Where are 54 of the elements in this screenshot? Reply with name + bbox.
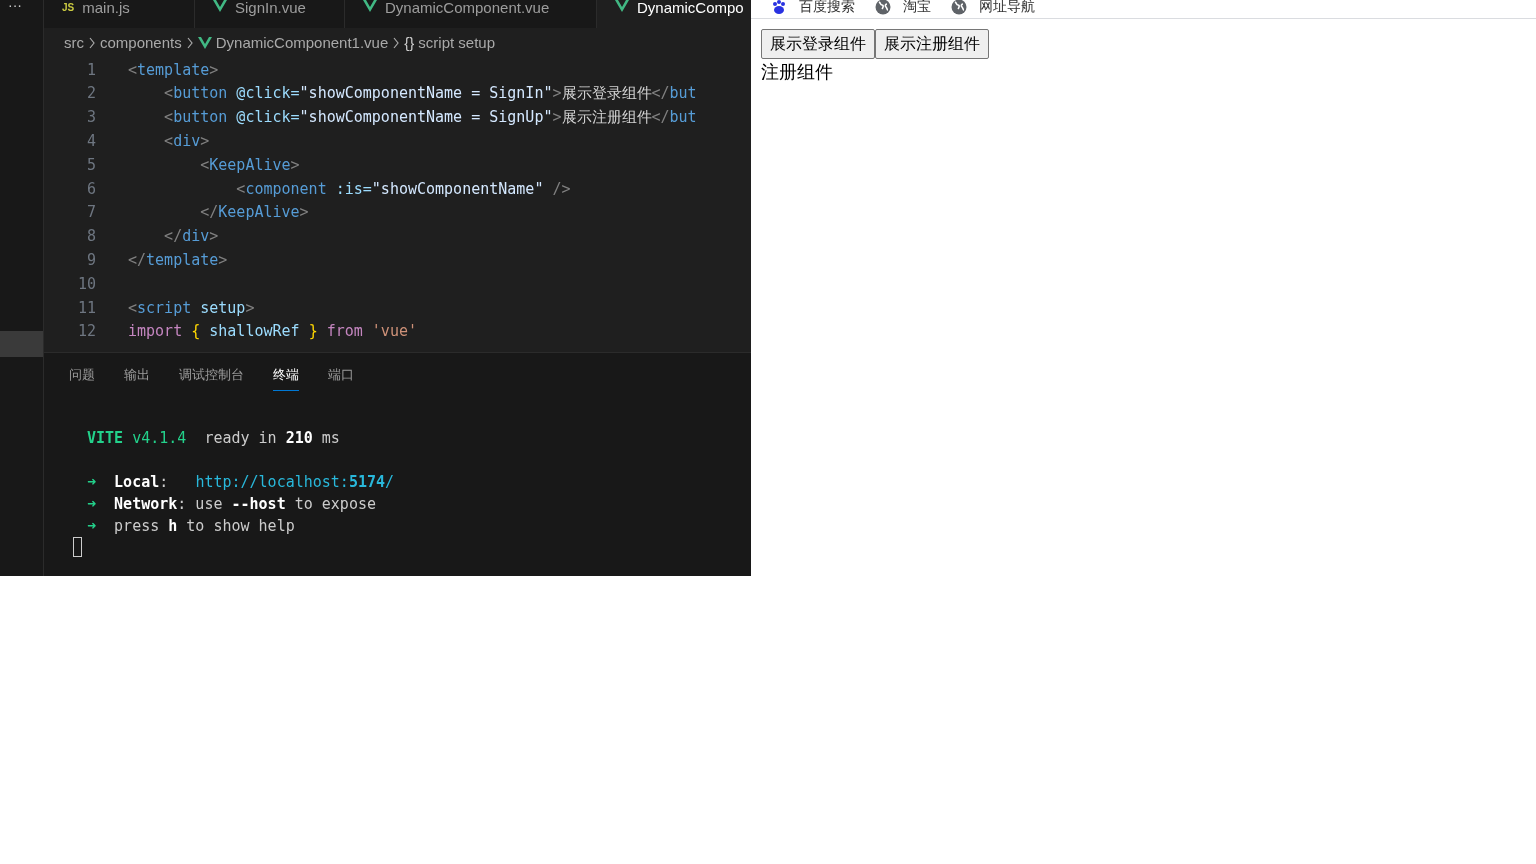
chevron-icon: [88, 37, 96, 49]
chevron-icon: [392, 37, 401, 49]
terminal-line: ➜ Network: use --host to expose: [87, 494, 376, 513]
terminal-line: ➜ Local: http://localhost:5174/: [87, 472, 395, 491]
terminal-line: VITE v4.1.4 ready in 210 ms: [87, 428, 340, 447]
line-number: 1: [85, 59, 97, 81]
code-line: </KeepAlive>: [199, 202, 309, 224]
panel-tab[interactable]: 终端: [273, 365, 299, 391]
line-number: 8: [85, 226, 97, 248]
code-line: <component :is="showComponentName" />: [235, 178, 571, 200]
panel-tab[interactable]: 输出: [124, 365, 150, 391]
braces-icon: {}: [404, 31, 415, 55]
line-number: 6: [85, 178, 97, 200]
panel-tab[interactable]: 问题: [69, 365, 95, 391]
chevron-icon: [185, 37, 194, 49]
line-number: 12: [76, 321, 97, 343]
line-number: 7: [85, 202, 97, 224]
line-number: 10: [76, 273, 97, 295]
bookmark[interactable]: 网址导航: [951, 0, 1035, 17]
panel-tab[interactable]: 调试控制台: [179, 365, 244, 391]
code-line: <div>: [163, 131, 210, 153]
line-number: 9: [85, 250, 97, 271]
line-number: 2: [85, 83, 97, 105]
component-text: 注册组件: [760, 61, 834, 84]
js-icon: JS: [62, 0, 75, 16]
vue-icon: [615, 0, 629, 12]
code-line: <button @click="showComponentName = SignUp">展示注册组件</but: [163, 107, 697, 129]
line-number: 5: [85, 154, 97, 176]
breadcrumb-item[interactable]: DynamicComponent1.vue: [215, 31, 389, 55]
breadcrumb-item[interactable]: components: [100, 31, 182, 55]
terminal-cursor: [73, 536, 82, 557]
more-icon[interactable]: ···: [0, 0, 43, 12]
code-line: <script setup>: [127, 297, 255, 319]
vue-icon: [197, 37, 212, 49]
line-number: 3: [85, 107, 97, 129]
code-line: <KeepAlive>: [199, 154, 300, 176]
sidebar-handle[interactable]: [0, 331, 43, 357]
code-line: import { shallowRef } from 'vue': [127, 321, 417, 343]
code-line: </template>: [127, 250, 228, 271]
vue-icon: [363, 0, 377, 12]
code-line: <template>: [127, 59, 219, 81]
page-button[interactable]: 展示注册组件: [875, 29, 989, 59]
paw-icon: [771, 0, 787, 15]
breadcrumb-item[interactable]: src: [64, 31, 84, 55]
line-number: 4: [85, 131, 97, 153]
code-line: </div>: [163, 226, 219, 248]
vue-icon: [213, 0, 227, 12]
code-line: <button @click="showComponentName = SignIn">展示登录组件</but: [163, 83, 697, 105]
panel-tab[interactable]: 端口: [328, 365, 354, 391]
page-button[interactable]: 展示登录组件: [761, 29, 875, 59]
editor-tab[interactable]: DynamicCompo: [597, 0, 751, 28]
terminal-line: ➜ press h to show help: [87, 516, 295, 535]
breadcrumb-item[interactable]: script setup: [418, 31, 496, 55]
line-number: 11: [76, 297, 97, 319]
